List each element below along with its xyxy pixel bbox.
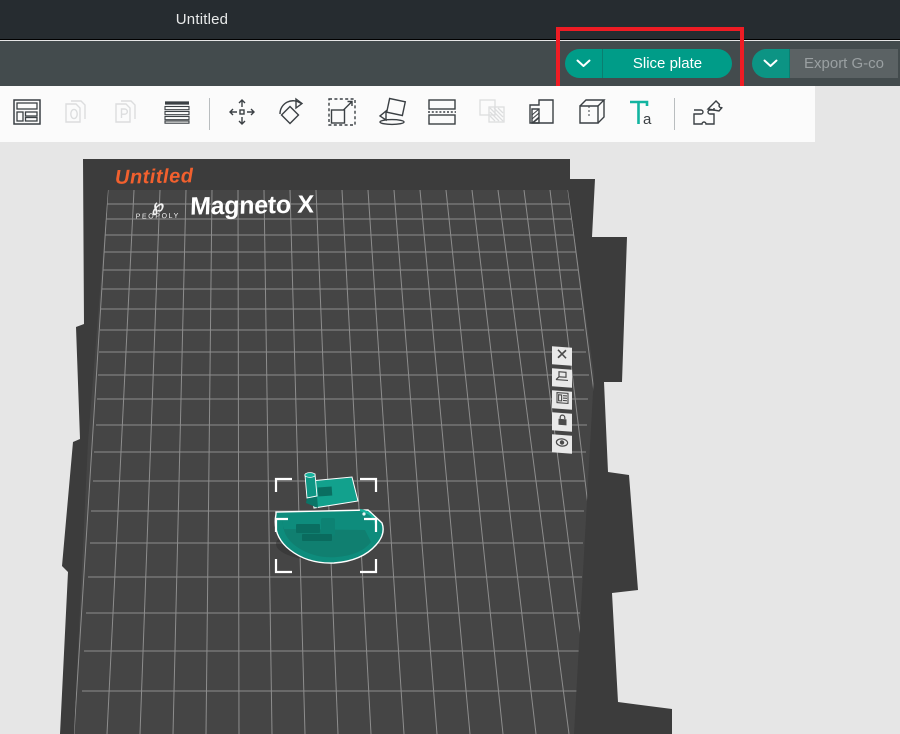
- cut-icon-button[interactable]: [417, 88, 467, 140]
- printable-area: [74, 190, 594, 734]
- arrange-icon: [555, 369, 569, 388]
- chevron-down-icon: [576, 59, 591, 68]
- add-object-icon-button[interactable]: [52, 88, 102, 140]
- application-window: Untitled Slice plate Export G-co a Untit…: [0, 0, 900, 734]
- action-bar: Slice plate Export G-co: [0, 41, 900, 86]
- plate-settings-icon: [555, 391, 569, 410]
- plate-settings-icon-button[interactable]: [552, 390, 572, 410]
- svg-text:a: a: [643, 111, 652, 127]
- eye-icon: [555, 435, 569, 454]
- export-gcode-label: Export G-co: [790, 49, 899, 78]
- cut-icon: [427, 98, 457, 131]
- add-plate-icon: [112, 97, 142, 132]
- mesh-boolean-icon: [577, 97, 607, 132]
- printer-model-name: Magneto X: [189, 190, 315, 221]
- assembly-icon-button[interactable]: [682, 88, 732, 140]
- text-tool-icon: a: [627, 97, 657, 132]
- eye-icon-button[interactable]: [552, 434, 572, 454]
- chevron-down-icon: [763, 59, 778, 68]
- mesh-boolean-icon-button[interactable]: [567, 88, 617, 140]
- export-gcode-dropdown-toggle[interactable]: [752, 49, 790, 78]
- layers-icon-button[interactable]: [152, 88, 202, 140]
- plate-label: Untitled: [114, 165, 194, 189]
- move-icon-button[interactable]: [217, 88, 267, 140]
- toolbar-divider: [674, 98, 675, 130]
- toolbar-divider: [209, 98, 210, 130]
- support-paint-icon: [477, 97, 507, 132]
- lock-icon: [557, 413, 568, 432]
- lock-icon-button[interactable]: [552, 412, 572, 432]
- export-gcode-button[interactable]: Export G-co: [752, 49, 900, 78]
- support-paint-icon-button[interactable]: [467, 88, 517, 140]
- peopoly-glyph-icon: ℘: [151, 196, 165, 216]
- peopoly-logo: ℘ PEOPOLY: [135, 196, 181, 221]
- lay-flat-icon-button[interactable]: [367, 88, 417, 140]
- slice-plate-label: Slice plate: [603, 49, 732, 78]
- 3d-viewport[interactable]: Untitled ℘ PEOPOLY Magneto X: [0, 142, 900, 734]
- add-plate-icon-button[interactable]: [102, 88, 152, 140]
- close-icon: [556, 347, 568, 366]
- move-icon: [226, 96, 258, 133]
- layout-panel-icon: [12, 98, 42, 131]
- lay-flat-icon: [376, 97, 408, 132]
- seam-paint-icon: [527, 97, 557, 132]
- plate-tool-column: [552, 346, 572, 454]
- build-plate-graphic: [60, 159, 672, 734]
- layout-panel-icon-button[interactable]: [2, 88, 52, 140]
- title-bar: Untitled: [0, 0, 900, 40]
- rotate-icon-button[interactable]: [267, 88, 317, 140]
- rotate-icon: [276, 96, 308, 133]
- peopoly-wordmark: PEOPOLY: [135, 212, 180, 221]
- arrange-icon-button[interactable]: [552, 368, 572, 388]
- slice-plate-button[interactable]: Slice plate: [565, 49, 732, 78]
- scale-icon: [327, 97, 357, 132]
- text-tool-icon-button[interactable]: a: [617, 88, 667, 140]
- close-icon-button[interactable]: [552, 346, 572, 366]
- seam-paint-icon-button[interactable]: [517, 88, 567, 140]
- scale-icon-button[interactable]: [317, 88, 367, 140]
- window-title: Untitled: [175, 11, 229, 28]
- layers-icon: [162, 99, 192, 130]
- object-toolbar: a: [0, 86, 815, 142]
- printer-branding: ℘ PEOPOLY Magneto X: [135, 190, 315, 221]
- assembly-icon: [691, 97, 723, 132]
- add-object-icon: [62, 97, 92, 132]
- slice-plate-dropdown-toggle[interactable]: [565, 49, 603, 78]
